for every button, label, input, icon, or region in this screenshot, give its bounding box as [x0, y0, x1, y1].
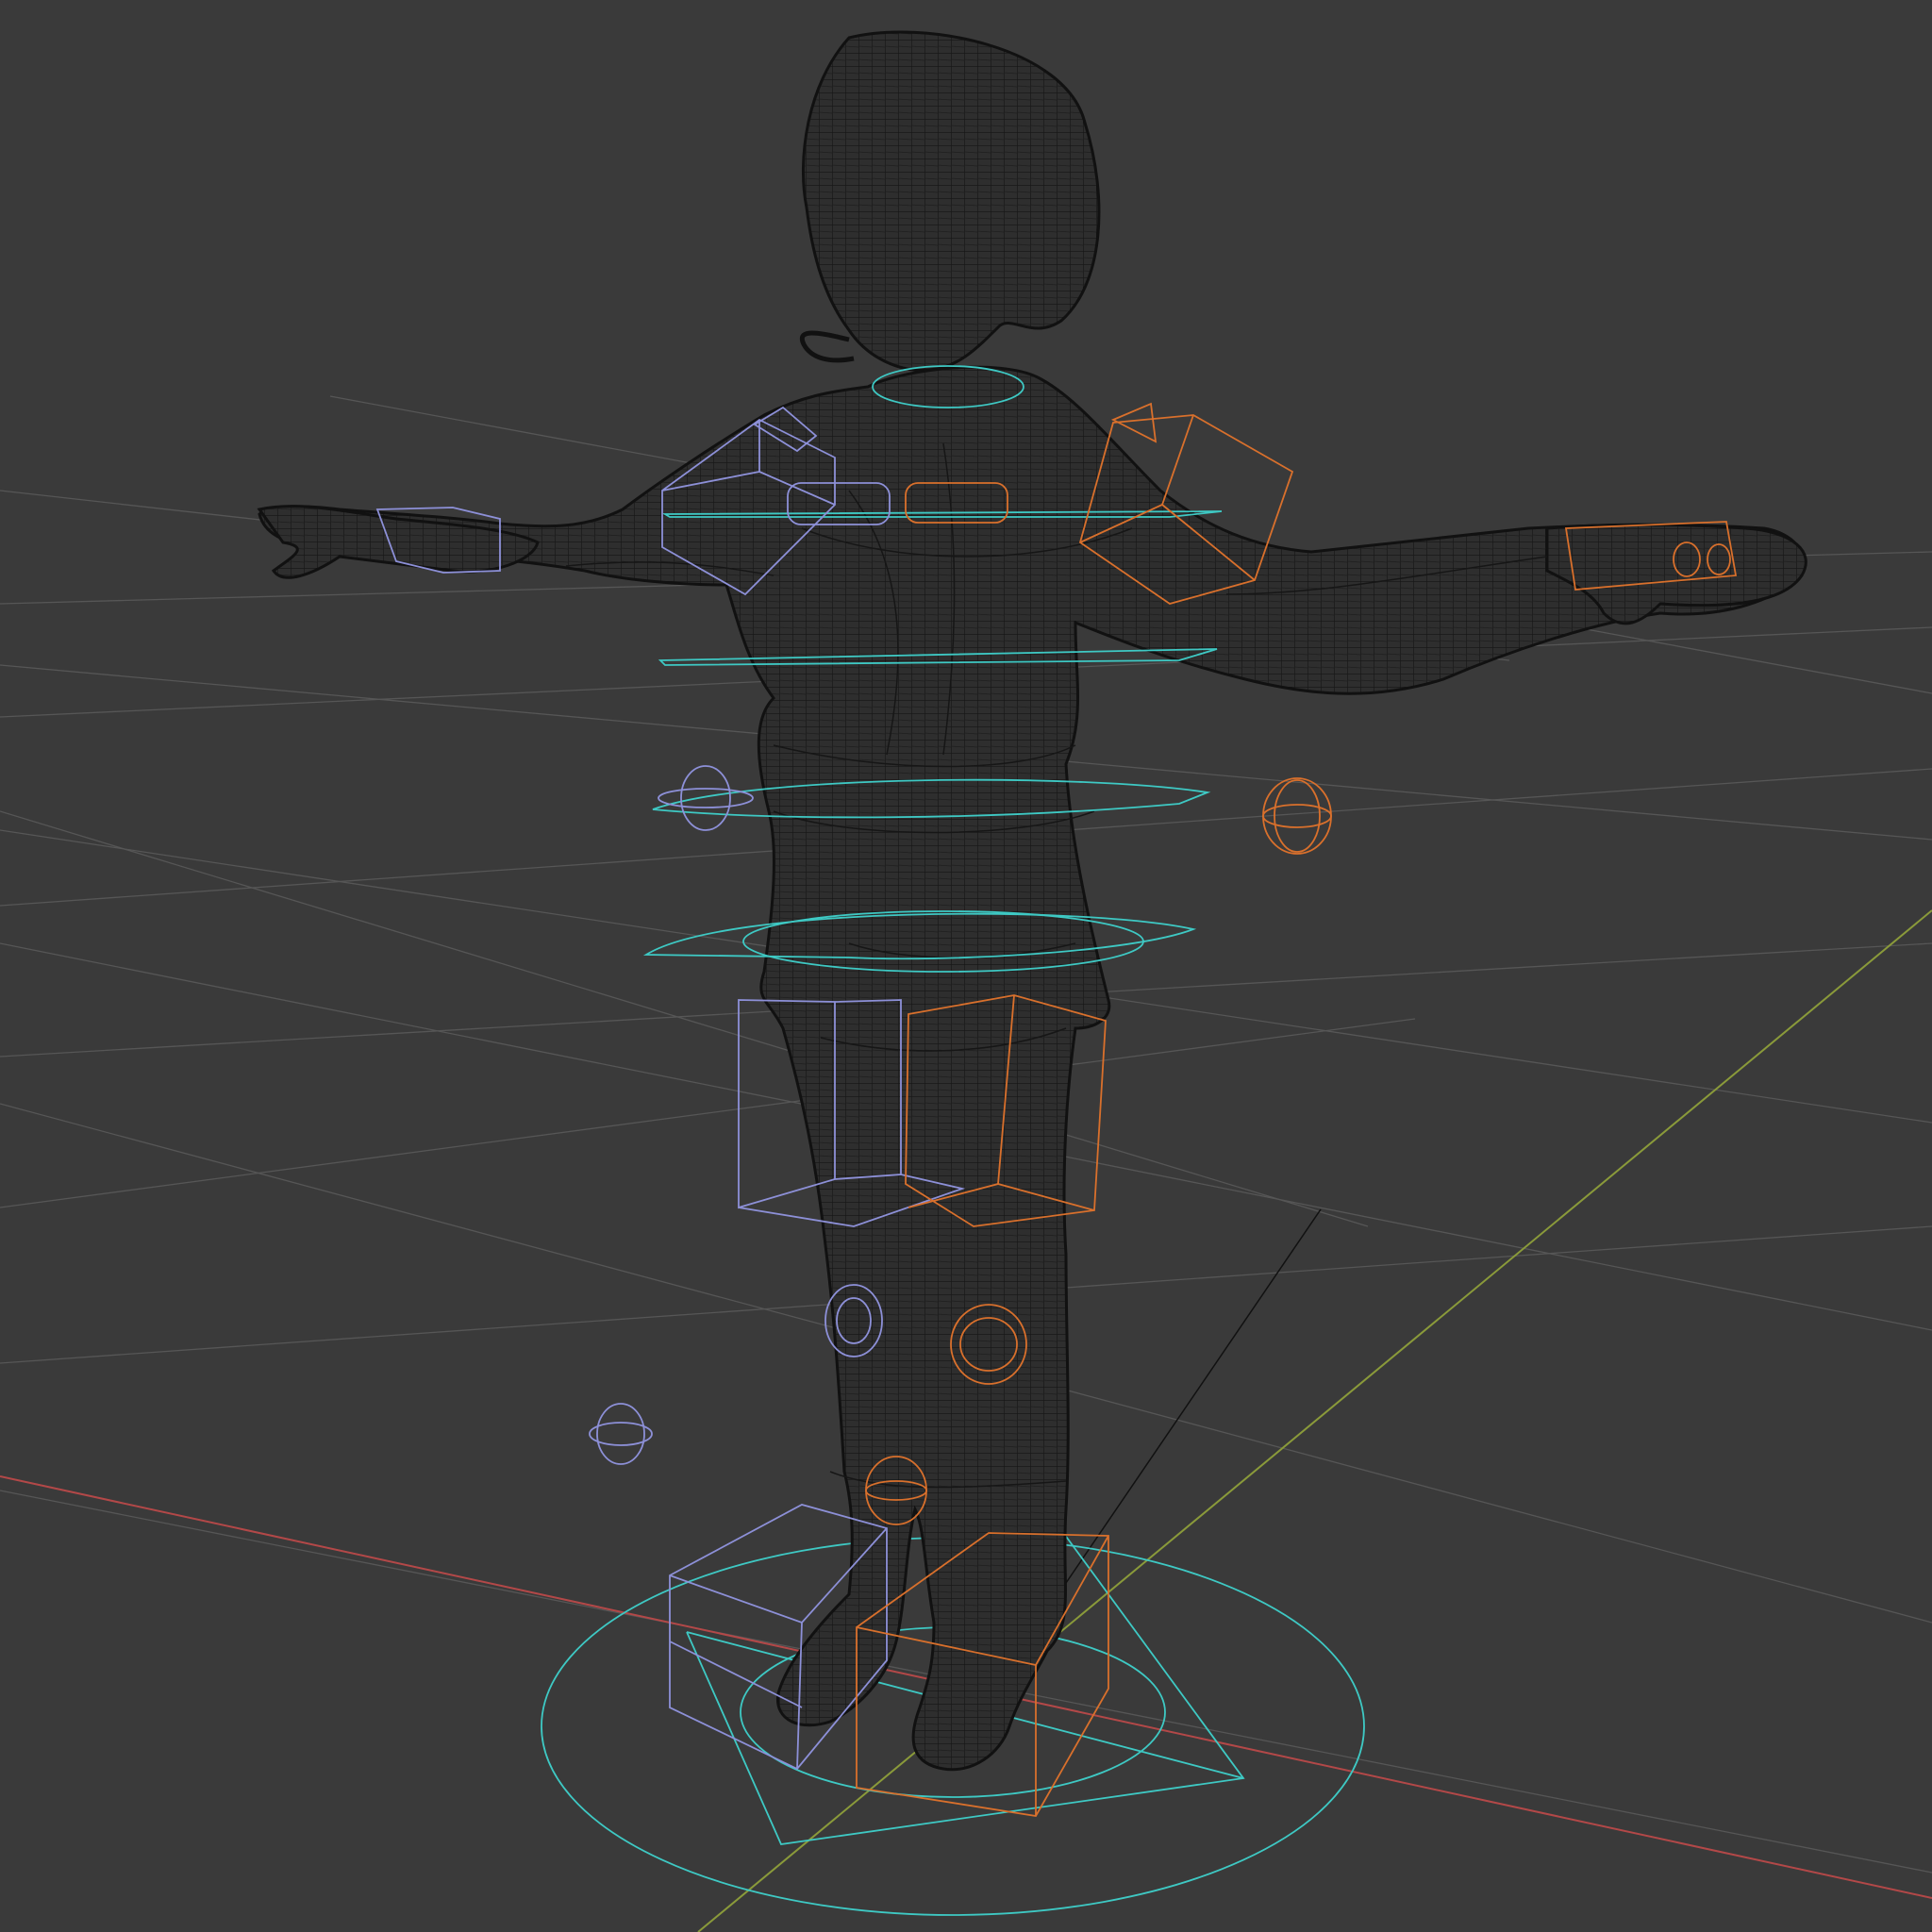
grid-line: [0, 810, 1369, 1227]
3d-viewport[interactable]: [0, 0, 1932, 1932]
grid-line: [0, 1018, 1416, 1208]
left-leg-pole[interactable]: [596, 1403, 645, 1465]
character-mesh[interactable]: [257, 30, 1807, 1772]
left-elbow-pole[interactable]: [680, 765, 731, 831]
viewport-canvas[interactable]: [0, 0, 1932, 1932]
headset-mic: [799, 330, 855, 363]
character-head[interactable]: [802, 30, 1101, 372]
right-clavicle-control[interactable]: [1110, 402, 1158, 443]
